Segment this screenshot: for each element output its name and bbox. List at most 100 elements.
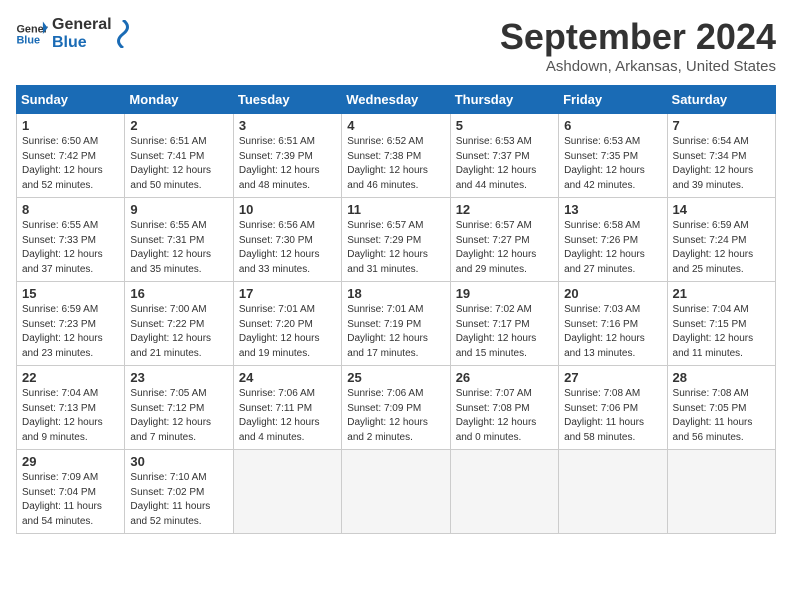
day-cell-17: 17 Sunrise: 7:01 AM Sunset: 7:20 PM Dayl… (233, 282, 341, 366)
day-number-12: 12 (456, 202, 553, 217)
day-number-5: 5 (456, 118, 553, 133)
day-cell-11: 11 Sunrise: 6:57 AM Sunset: 7:29 PM Dayl… (342, 198, 450, 282)
day-info-17: Sunrise: 7:01 AM Sunset: 7:20 PM Dayligh… (239, 303, 336, 361)
month-year-title: September 2024 (500, 16, 776, 58)
day-cell-28: 28 Sunrise: 7:08 AM Sunset: 7:05 PM Dayl… (667, 366, 775, 450)
day-info-7: Sunrise: 6:54 AM Sunset: 7:34 PM Dayligh… (673, 135, 770, 193)
day-info-3: Sunrise: 6:51 AM Sunset: 7:39 PM Dayligh… (239, 135, 336, 193)
day-number-8: 8 (22, 202, 119, 217)
header-wednesday: Wednesday (342, 86, 450, 114)
day-cell-4: 4 Sunrise: 6:52 AM Sunset: 7:38 PM Dayli… (342, 114, 450, 198)
day-number-24: 24 (239, 370, 336, 385)
logo-general-text: General (52, 16, 112, 34)
calendar-row-5: 29 Sunrise: 7:09 AM Sunset: 7:04 PM Dayl… (17, 450, 776, 534)
day-number-28: 28 (673, 370, 770, 385)
day-number-20: 20 (564, 286, 661, 301)
day-cell-10: 10 Sunrise: 6:56 AM Sunset: 7:30 PM Dayl… (233, 198, 341, 282)
day-cell-20: 20 Sunrise: 7:03 AM Sunset: 7:16 PM Dayl… (559, 282, 667, 366)
calendar-row-4: 22 Sunrise: 7:04 AM Sunset: 7:13 PM Dayl… (17, 366, 776, 450)
day-number-29: 29 (22, 454, 119, 469)
day-number-14: 14 (673, 202, 770, 217)
header-monday: Monday (125, 86, 233, 114)
day-number-23: 23 (130, 370, 227, 385)
svg-text:Blue: Blue (16, 34, 40, 46)
day-cell-1: 1 Sunrise: 6:50 AM Sunset: 7:42 PM Dayli… (17, 114, 125, 198)
day-cell-27: 27 Sunrise: 7:08 AM Sunset: 7:06 PM Dayl… (559, 366, 667, 450)
day-info-1: Sunrise: 6:50 AM Sunset: 7:42 PM Dayligh… (22, 135, 119, 193)
calendar-table: Sunday Monday Tuesday Wednesday Thursday… (16, 85, 776, 534)
day-info-24: Sunrise: 7:06 AM Sunset: 7:11 PM Dayligh… (239, 387, 336, 445)
day-info-20: Sunrise: 7:03 AM Sunset: 7:16 PM Dayligh… (564, 303, 661, 361)
day-cell-30: 30 Sunrise: 7:10 AM Sunset: 7:02 PM Dayl… (125, 450, 233, 534)
calendar-row-3: 15 Sunrise: 6:59 AM Sunset: 7:23 PM Dayl… (17, 282, 776, 366)
day-cell-18: 18 Sunrise: 7:01 AM Sunset: 7:19 PM Dayl… (342, 282, 450, 366)
day-number-9: 9 (130, 202, 227, 217)
calendar-row-1: 1 Sunrise: 6:50 AM Sunset: 7:42 PM Dayli… (17, 114, 776, 198)
page-header: General Blue General Blue September 2024… (16, 16, 776, 75)
day-info-12: Sunrise: 6:57 AM Sunset: 7:27 PM Dayligh… (456, 219, 553, 277)
day-info-21: Sunrise: 7:04 AM Sunset: 7:15 PM Dayligh… (673, 303, 770, 361)
header-sunday: Sunday (17, 86, 125, 114)
calendar-row-2: 8 Sunrise: 6:55 AM Sunset: 7:33 PM Dayli… (17, 198, 776, 282)
logo-wave-icon (114, 20, 132, 48)
day-cell-24: 24 Sunrise: 7:06 AM Sunset: 7:11 PM Dayl… (233, 366, 341, 450)
day-cell-7: 7 Sunrise: 6:54 AM Sunset: 7:34 PM Dayli… (667, 114, 775, 198)
day-info-4: Sunrise: 6:52 AM Sunset: 7:38 PM Dayligh… (347, 135, 444, 193)
day-number-4: 4 (347, 118, 444, 133)
day-number-27: 27 (564, 370, 661, 385)
logo-blue-text: Blue (52, 34, 112, 52)
day-info-27: Sunrise: 7:08 AM Sunset: 7:06 PM Dayligh… (564, 387, 661, 445)
day-info-2: Sunrise: 6:51 AM Sunset: 7:41 PM Dayligh… (130, 135, 227, 193)
day-cell-22: 22 Sunrise: 7:04 AM Sunset: 7:13 PM Dayl… (17, 366, 125, 450)
day-cell-6: 6 Sunrise: 6:53 AM Sunset: 7:35 PM Dayli… (559, 114, 667, 198)
title-block: September 2024 Ashdown, Arkansas, United… (500, 16, 776, 75)
logo: General Blue General Blue (16, 16, 132, 51)
day-info-28: Sunrise: 7:08 AM Sunset: 7:05 PM Dayligh… (673, 387, 770, 445)
day-number-10: 10 (239, 202, 336, 217)
day-info-6: Sunrise: 6:53 AM Sunset: 7:35 PM Dayligh… (564, 135, 661, 193)
day-number-6: 6 (564, 118, 661, 133)
calendar-body: 1 Sunrise: 6:50 AM Sunset: 7:42 PM Dayli… (17, 114, 776, 534)
day-cell-5: 5 Sunrise: 6:53 AM Sunset: 7:37 PM Dayli… (450, 114, 558, 198)
day-cell-3: 3 Sunrise: 6:51 AM Sunset: 7:39 PM Dayli… (233, 114, 341, 198)
day-info-5: Sunrise: 6:53 AM Sunset: 7:37 PM Dayligh… (456, 135, 553, 193)
day-info-22: Sunrise: 7:04 AM Sunset: 7:13 PM Dayligh… (22, 387, 119, 445)
day-number-1: 1 (22, 118, 119, 133)
day-number-17: 17 (239, 286, 336, 301)
location-subtitle: Ashdown, Arkansas, United States (500, 58, 776, 75)
day-cell-29: 29 Sunrise: 7:09 AM Sunset: 7:04 PM Dayl… (17, 450, 125, 534)
day-info-13: Sunrise: 6:58 AM Sunset: 7:26 PM Dayligh… (564, 219, 661, 277)
day-number-16: 16 (130, 286, 227, 301)
empty-cell (233, 450, 341, 534)
day-cell-2: 2 Sunrise: 6:51 AM Sunset: 7:41 PM Dayli… (125, 114, 233, 198)
empty-cell (450, 450, 558, 534)
header-tuesday: Tuesday (233, 86, 341, 114)
day-info-15: Sunrise: 6:59 AM Sunset: 7:23 PM Dayligh… (22, 303, 119, 361)
day-number-2: 2 (130, 118, 227, 133)
day-info-23: Sunrise: 7:05 AM Sunset: 7:12 PM Dayligh… (130, 387, 227, 445)
day-cell-26: 26 Sunrise: 7:07 AM Sunset: 7:08 PM Dayl… (450, 366, 558, 450)
day-number-30: 30 (130, 454, 227, 469)
day-number-21: 21 (673, 286, 770, 301)
day-cell-15: 15 Sunrise: 6:59 AM Sunset: 7:23 PM Dayl… (17, 282, 125, 366)
header-saturday: Saturday (667, 86, 775, 114)
day-number-11: 11 (347, 202, 444, 217)
day-number-18: 18 (347, 286, 444, 301)
empty-cell (667, 450, 775, 534)
day-number-26: 26 (456, 370, 553, 385)
header-friday: Friday (559, 86, 667, 114)
day-number-3: 3 (239, 118, 336, 133)
logo-icon: General Blue (16, 20, 48, 48)
weekday-header-row: Sunday Monday Tuesday Wednesday Thursday… (17, 86, 776, 114)
day-cell-23: 23 Sunrise: 7:05 AM Sunset: 7:12 PM Dayl… (125, 366, 233, 450)
empty-cell (342, 450, 450, 534)
day-number-7: 7 (673, 118, 770, 133)
day-info-19: Sunrise: 7:02 AM Sunset: 7:17 PM Dayligh… (456, 303, 553, 361)
day-info-29: Sunrise: 7:09 AM Sunset: 7:04 PM Dayligh… (22, 471, 119, 529)
day-info-18: Sunrise: 7:01 AM Sunset: 7:19 PM Dayligh… (347, 303, 444, 361)
day-cell-12: 12 Sunrise: 6:57 AM Sunset: 7:27 PM Dayl… (450, 198, 558, 282)
day-cell-13: 13 Sunrise: 6:58 AM Sunset: 7:26 PM Dayl… (559, 198, 667, 282)
day-number-19: 19 (456, 286, 553, 301)
day-cell-9: 9 Sunrise: 6:55 AM Sunset: 7:31 PM Dayli… (125, 198, 233, 282)
day-number-22: 22 (22, 370, 119, 385)
